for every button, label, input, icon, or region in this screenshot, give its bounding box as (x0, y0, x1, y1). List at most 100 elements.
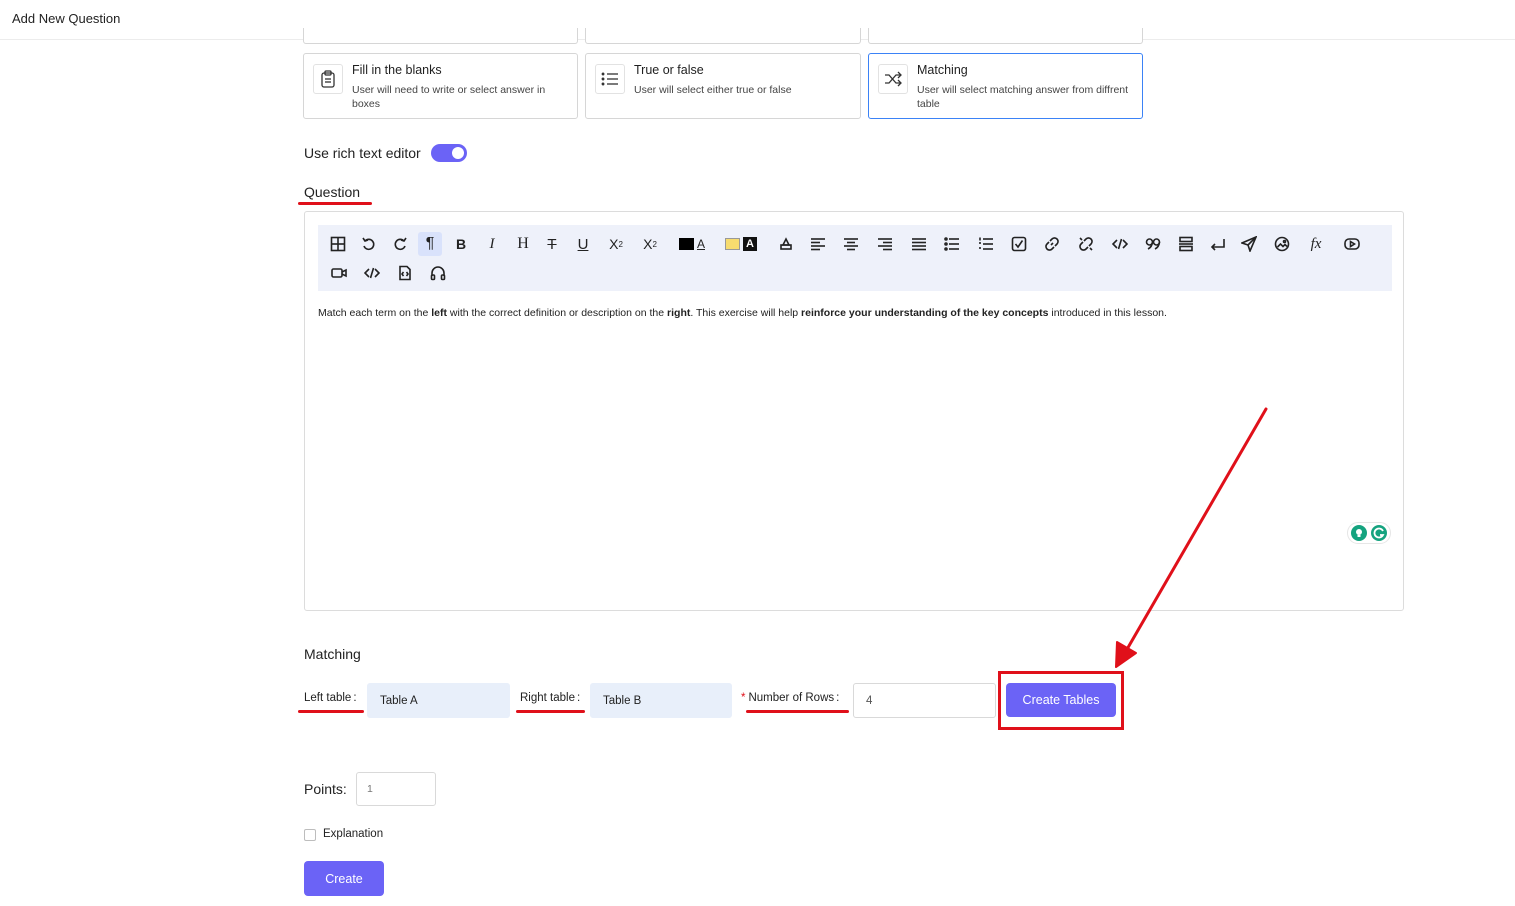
code-block-icon[interactable] (360, 261, 384, 285)
question-text-part: Match each term on the (318, 307, 432, 319)
rich-text-label: Use rich text editor (304, 145, 421, 161)
rich-text-toggle[interactable] (430, 144, 467, 162)
undo-icon[interactable] (357, 232, 381, 256)
right-table-label: Right table: (520, 692, 580, 704)
rich-text-toggle-row: Use rich text editor (304, 144, 467, 162)
send-icon[interactable] (1237, 232, 1261, 256)
unlink-icon[interactable] (1074, 232, 1098, 256)
create-tables-button[interactable]: Create Tables (1006, 683, 1116, 717)
highlight-color-icon[interactable]: A (723, 232, 759, 256)
bold-icon[interactable]: B (449, 232, 473, 256)
font-color-icon[interactable]: A (674, 232, 710, 256)
align-right-icon[interactable] (873, 232, 897, 256)
rows-label-text: Number of Rows (748, 692, 835, 704)
audio-icon[interactable] (426, 261, 450, 285)
paragraph-icon[interactable]: ¶ (418, 232, 442, 256)
justify-icon[interactable] (907, 232, 931, 256)
horizontal-rule-icon[interactable] (1174, 232, 1198, 256)
rows-label: * Number of Rows: (741, 692, 839, 704)
create-button[interactable]: Create (304, 861, 384, 896)
right-table-input[interactable]: Table B (590, 683, 732, 718)
rows-input[interactable]: 4 (853, 683, 996, 718)
shuffle-icon (878, 64, 908, 94)
italic-icon[interactable]: I (480, 232, 504, 256)
annotation-underline (298, 710, 364, 713)
question-label: Question (304, 184, 361, 200)
redo-icon[interactable] (388, 232, 412, 256)
question-editor[interactable]: ¶ B I H T U X2 X2 A A fx Match each term… (304, 211, 1404, 611)
superscript-mark: 2 (652, 239, 657, 249)
question-type-title: Fill in the blanks (352, 63, 442, 77)
heading-icon[interactable]: H (511, 232, 535, 256)
question-text-bold: left (431, 307, 447, 319)
strikethrough-icon[interactable]: T (540, 232, 564, 256)
left-table-label-text: Left table (304, 692, 352, 704)
superscript-icon[interactable]: X2 (638, 232, 662, 256)
numbered-list-icon[interactable] (974, 232, 998, 256)
video-icon[interactable] (327, 261, 351, 285)
matching-heading: Matching (304, 646, 361, 662)
question-type-description: User will select matching answer from di… (917, 84, 1129, 110)
question-type-description: User will need to write or select answer… (352, 84, 546, 110)
font-color-swatch (678, 238, 694, 250)
editor-toolbar: ¶ B I H T U X2 X2 A A fx (318, 225, 1392, 291)
clipboard-icon (313, 64, 343, 94)
highlight-letter: A (743, 237, 757, 251)
subscript-icon[interactable]: X2 (604, 232, 628, 256)
question-type-title: True or false (634, 63, 704, 77)
question-type-true-false[interactable]: True or false User will select either tr… (585, 53, 861, 119)
question-type-matching[interactable]: Matching User will select matching answe… (868, 53, 1143, 119)
grammarly-widget[interactable] (1347, 522, 1391, 544)
left-table-label: Left table: (304, 692, 357, 704)
label-separator: : (576, 692, 581, 704)
right-table-label-text: Right table (520, 692, 575, 704)
question-text-bold: reinforce your understanding of the key … (801, 307, 1049, 319)
table-icon[interactable] (326, 232, 350, 256)
quote-icon[interactable] (1141, 232, 1165, 256)
points-label: Points: (304, 781, 347, 797)
question-type-description: User will select either true or false (634, 84, 792, 96)
label-separator: : (353, 692, 357, 704)
align-left-icon[interactable] (806, 232, 830, 256)
explanation-label: Explanation (323, 828, 384, 840)
font-color-letter: A (696, 237, 705, 251)
assist-icon[interactable] (1351, 525, 1368, 541)
file-code-icon[interactable] (393, 261, 417, 285)
explanation-checkbox[interactable] (304, 829, 316, 841)
underline-icon[interactable]: U (571, 232, 595, 256)
points-input[interactable]: 1 (356, 772, 436, 806)
annotation-underline (298, 202, 372, 205)
toggle-knob (451, 147, 464, 159)
formula-icon[interactable]: fx (1304, 232, 1328, 256)
page-title: Add New Question (12, 11, 121, 26)
subscript-mark: 2 (618, 239, 623, 249)
question-type-card-partial[interactable] (585, 28, 861, 44)
align-center-icon[interactable] (839, 232, 863, 256)
image-icon[interactable] (1270, 232, 1294, 256)
code-icon[interactable] (1108, 232, 1132, 256)
annotation-underline (516, 710, 585, 713)
question-type-card-partial[interactable] (868, 28, 1143, 44)
question-type-title: Matching (917, 63, 968, 77)
link-icon[interactable] (1040, 232, 1064, 256)
grammarly-icon[interactable] (1370, 525, 1387, 541)
question-type-card-partial[interactable] (303, 28, 578, 44)
annotation-underline (746, 710, 849, 713)
required-mark: * (741, 692, 746, 704)
left-table-input[interactable]: Table A (367, 683, 510, 718)
question-text-part: with the correct definition or descripti… (446, 307, 668, 319)
checklist-icon[interactable] (1007, 232, 1031, 256)
highlight-swatch (725, 238, 740, 250)
question-text-part: introduced in this lesson. (1048, 307, 1167, 319)
subscript-letter: X (609, 236, 619, 252)
superscript-letter: X (643, 236, 653, 252)
line-break-icon[interactable] (1206, 232, 1230, 256)
bullet-list-icon[interactable] (940, 232, 964, 256)
youtube-icon[interactable] (1340, 232, 1364, 256)
question-type-fill-blanks[interactable]: Fill in the blanks User will need to wri… (303, 53, 578, 119)
label-separator: : (836, 692, 840, 704)
clear-format-icon[interactable] (774, 232, 798, 256)
question-text-bold: right (667, 307, 691, 319)
question-text-part: . This exercise will help (690, 307, 802, 319)
question-text[interactable]: Match each term on the left with the cor… (318, 306, 1388, 320)
